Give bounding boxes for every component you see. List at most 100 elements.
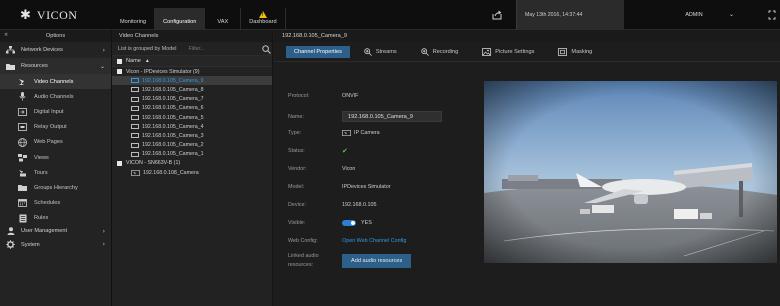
sidebar-sub-tours[interactable]: Tours — [0, 165, 111, 180]
column-header-label: Name — [126, 58, 141, 64]
tree-camera-label: 192.168.0.108_Camera — [143, 169, 199, 176]
add-audio-resources-button[interactable]: Add audio resources — [342, 254, 412, 268]
sidebar-sub-rules[interactable]: Rules — [0, 211, 111, 226]
sidebar-sub-label: Audio Channels — [34, 93, 74, 100]
tab-label: Recording — [432, 48, 459, 55]
sidebar-item-resources[interactable]: Resources ⌄ — [0, 58, 111, 74]
sidebar-item-label: Resources — [21, 63, 48, 69]
share-icon[interactable] — [490, 8, 504, 22]
chevron-right-icon: › — [102, 46, 105, 54]
visible-toggle[interactable] — [342, 220, 356, 226]
tree-camera-item[interactable]: 192.168.0.105_Camera_5 — [112, 113, 272, 122]
warning-icon — [258, 11, 267, 18]
linked-audio-label: Linked audio resources: — [288, 253, 319, 268]
airport-camera-image — [484, 81, 777, 263]
video-preview[interactable] — [484, 81, 777, 263]
sidebar-sub-web-pages[interactable]: Web Pages — [0, 135, 111, 150]
tree-camera-item[interactable]: 192.168.0.105_Camera_4 — [112, 122, 272, 131]
vicon-logo: ✱ VICON — [20, 8, 77, 23]
user-menu[interactable]: ADMIN ⌄ — [624, 0, 764, 30]
sidebar-item-network-devices[interactable]: Network Devices › — [0, 42, 111, 58]
tree-camera-item[interactable]: 192.168.0.105_Camera_2 — [112, 141, 272, 150]
sidebar-item-label: Network Devices — [21, 47, 63, 53]
tree-group[interactable]: Vicon - IPDevices Simulator (9) — [112, 67, 272, 76]
tree-camera-item[interactable]: 192.168.0.105_Camera_1 — [112, 150, 272, 159]
tree-camera-item[interactable]: 192.168.0.105_Camera_6 — [112, 104, 272, 113]
camera-icon — [131, 142, 139, 148]
camera-icon — [131, 124, 139, 130]
tree-camera-label: 192.168.0.105_Camera_2 — [142, 142, 204, 149]
sidebar-sub-video-channels[interactable]: Video Channels — [0, 74, 111, 90]
sidebar-sub-label: Groups Hierarchy — [34, 184, 78, 191]
tab-channel-properties[interactable]: Channel Properties — [286, 45, 350, 58]
tree-camera-item[interactable]: 192.168.0.105_Camera_9 — [112, 76, 272, 86]
tab-vax[interactable]: VAX — [205, 8, 242, 30]
sidebar-sub-schedules[interactable]: Schedules — [0, 196, 111, 211]
sidebar-item-system[interactable]: System › — [0, 237, 111, 253]
sidebar-sub-digital-input[interactable]: Digital Input — [0, 104, 111, 119]
tab-streams[interactable]: Streams — [360, 46, 401, 58]
rules-icon — [18, 214, 27, 223]
tree-camera-label: 192.168.0.105_Camera_3 — [142, 132, 204, 139]
sidebar-sub-audio-channels[interactable]: Audio Channels — [0, 89, 111, 104]
visible-toggle-wrap: YES — [342, 220, 372, 226]
tree-camera-label: 192.168.0.105_Camera_5 — [142, 114, 204, 121]
sidebar-sub-views[interactable]: Views — [0, 150, 111, 165]
close-icon[interactable]: × — [4, 32, 8, 38]
type-row: Type: IP Camera — [288, 130, 380, 136]
tree-group[interactable]: VICON - SN663V-B (1) — [112, 159, 272, 168]
webconfig-row: Web Config: Open Web Channel Config — [288, 238, 406, 244]
tree-camera-item[interactable]: 192.168.0.108_Camera — [112, 168, 272, 177]
model-value: IPDevices Simulator — [342, 184, 391, 190]
chevron-right-icon: › — [102, 241, 105, 249]
linked-audio-row: Linked audio resources: Add audio resour… — [288, 252, 412, 270]
tree-camera-item[interactable]: 192.168.0.105_Camera_7 — [112, 95, 272, 104]
device-value: 192.168.0.105 — [342, 202, 377, 208]
name-field[interactable]: 192.168.0.105_Camera_9 — [342, 111, 442, 122]
model-row: Model: IPDevices Simulator — [288, 184, 391, 190]
tab-recording[interactable]: Recording — [417, 46, 463, 58]
tab-dashboard[interactable]: Dashboard — [241, 8, 286, 30]
network-icon — [6, 46, 15, 55]
tree-camera-label: 192.168.0.105_Camera_1 — [142, 151, 204, 158]
search-icon[interactable] — [262, 45, 271, 56]
user-icon — [6, 227, 15, 236]
fullscreen-icon[interactable] — [764, 0, 780, 30]
sidebar-sub-label: Web Pages — [34, 139, 63, 146]
tab-configuration[interactable]: Configuration — [155, 8, 206, 30]
visible-label: Visible: — [288, 220, 306, 226]
group-by-row: List is grouped by Model Filter... — [112, 42, 272, 56]
tree-camera-item[interactable]: 192.168.0.105_Camera_8 — [112, 85, 272, 94]
datetime-display: May 13th 2016, 14:37:44 — [516, 0, 624, 30]
camera-icon — [18, 77, 27, 86]
sidebar-sub-label: Relay Output — [34, 124, 67, 131]
tree-camera-label: 192.168.0.105_Camera_9 — [142, 77, 204, 84]
chevron-down-icon: ⌄ — [728, 11, 734, 18]
chevron-right-icon: › — [102, 227, 105, 235]
sidebar-sub-groups-hierarchy[interactable]: Groups Hierarchy — [0, 180, 111, 195]
camera-icon — [131, 115, 139, 121]
tab-picture-settings[interactable]: Picture Settings — [478, 46, 538, 58]
tree-camera-label: 192.168.0.105_Camera_4 — [142, 123, 204, 130]
tree-camera-item[interactable]: 192.168.0.105_Camera_3 — [112, 131, 272, 140]
top-navigation: Monitoring Configuration VAX Dashboard — [112, 8, 286, 30]
sidebar-sub-label: Views — [34, 154, 49, 161]
picture-icon — [482, 47, 492, 56]
type-label: Type: — [288, 130, 302, 136]
chevron-down-icon: ⌄ — [99, 62, 105, 70]
sidebar-item-user-management[interactable]: User Management › — [0, 226, 111, 237]
tab-masking[interactable]: Masking — [554, 46, 596, 58]
sidebar-sub-label: Schedules — [34, 200, 61, 207]
filter-input[interactable]: Filter... — [188, 46, 204, 52]
digital-input-icon — [18, 107, 27, 116]
tab-label: Streams — [375, 48, 397, 55]
status-row: Status: ✔ — [288, 147, 348, 155]
name-label: Name: — [288, 113, 304, 120]
name-column-header[interactable]: Name ▲ — [112, 56, 272, 67]
sidebar-sub-relay-output[interactable]: Relay Output — [0, 120, 111, 135]
tree-group-label: VICON - SN663V-B (1) — [126, 160, 181, 167]
status-ok-icon: ✔ — [342, 147, 348, 155]
protocol-row: Protocol: ONVIF — [288, 93, 358, 99]
open-web-config-link[interactable]: Open Web Channel Config — [342, 238, 406, 244]
tab-monitoring[interactable]: Monitoring — [112, 8, 156, 30]
